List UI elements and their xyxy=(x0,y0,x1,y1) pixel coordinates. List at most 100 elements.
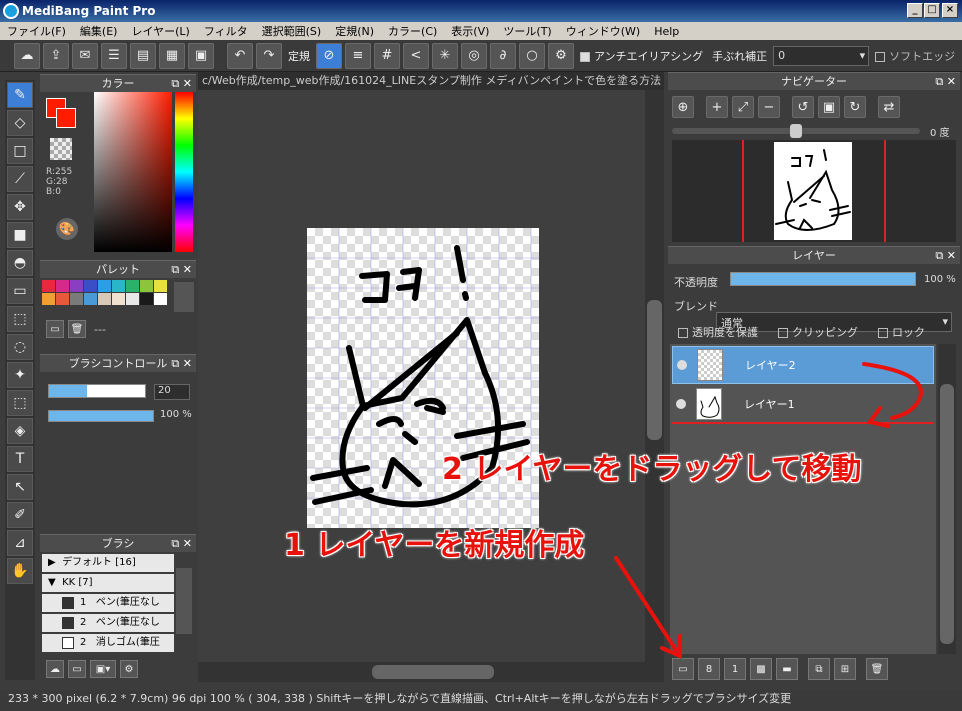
palette-color-swatch[interactable] xyxy=(140,280,153,292)
chat-icon[interactable]: ☰ xyxy=(101,42,127,69)
zoom-icon[interactable]: ⊕ xyxy=(672,96,694,118)
rotation-slider[interactable] xyxy=(672,124,920,138)
concentric-icon[interactable]: ◎ xyxy=(461,42,487,69)
menu-tool[interactable]: ツール(T) xyxy=(496,23,558,39)
figure-tool-icon[interactable]: ⟋ xyxy=(7,166,33,192)
transparent-color-swatch[interactable] xyxy=(50,138,72,160)
undo-icon[interactable]: ↶ xyxy=(227,42,253,69)
fill-tool-icon[interactable]: ■ xyxy=(7,222,33,248)
new-palette-icon[interactable]: ▭ xyxy=(46,320,64,338)
menu-filter[interactable]: フィルタ xyxy=(197,23,255,39)
zoom-out-icon[interactable]: − xyxy=(758,96,780,118)
comment-icon[interactable]: ✉ xyxy=(72,42,98,69)
layout-icon[interactable]: ▣ xyxy=(188,42,214,69)
palette-color-swatch[interactable] xyxy=(84,280,97,292)
brush-tool-icon[interactable]: ✎ xyxy=(7,82,33,108)
minimize-button[interactable]: _ xyxy=(907,3,923,18)
brush-opacity-slider[interactable] xyxy=(48,410,154,422)
menu-window[interactable]: ウィンドウ(W) xyxy=(559,23,647,39)
brush-item[interactable]: 2 ペン(筆圧なし xyxy=(42,614,174,632)
page-icon[interactable]: ▤ xyxy=(130,42,156,69)
brush-group-default[interactable]: ▶ デフォルト [16] xyxy=(42,554,174,572)
zoom-in-icon[interactable]: + xyxy=(706,96,728,118)
antialias-checkbox[interactable] xyxy=(580,51,590,62)
brush-size-input[interactable]: 20 xyxy=(154,384,190,400)
color-palette-icon[interactable]: 🎨 xyxy=(56,218,78,240)
maximize-button[interactable]: □ xyxy=(924,3,940,18)
cloud-brush-icon[interactable]: ☁ xyxy=(46,660,64,678)
palette-color-swatch[interactable] xyxy=(70,280,83,292)
grid-ruler-icon[interactable]: # xyxy=(374,42,400,69)
layer-opacity-slider[interactable] xyxy=(730,272,916,286)
menu-color[interactable]: カラー(C) xyxy=(381,23,444,39)
hand-tool-icon[interactable]: ✋ xyxy=(7,558,33,584)
undock-close-icon[interactable]: ⧉ ✕ xyxy=(171,75,192,92)
navigator-preview[interactable] xyxy=(672,140,956,242)
brush-item[interactable]: 1 ペン(筆圧なし xyxy=(42,594,174,612)
palette-color-swatch[interactable] xyxy=(98,280,111,292)
dot-tool-icon[interactable]: □ xyxy=(7,138,33,164)
palette-scrollbar[interactable] xyxy=(174,282,194,312)
horizontal-scrollbar[interactable] xyxy=(198,662,664,682)
cloud-icon[interactable]: ☁ xyxy=(14,42,40,69)
bucket-tool-icon[interactable]: ◓ xyxy=(7,250,33,276)
palette-color-swatch[interactable] xyxy=(140,293,153,305)
grid-icon[interactable]: ▦ xyxy=(159,42,185,69)
palette-color-swatch[interactable] xyxy=(154,280,167,292)
magic-wand-icon[interactable]: ✦ xyxy=(7,362,33,388)
curve-ruler-icon[interactable]: ∂ xyxy=(490,42,516,69)
undock-close-icon[interactable]: ⧉ ✕ xyxy=(935,73,956,90)
menu-select[interactable]: 選択範囲(S) xyxy=(255,23,329,39)
menu-file[interactable]: ファイル(F) xyxy=(0,23,73,39)
palette-color-swatch[interactable] xyxy=(112,293,125,305)
soft-edge-checkbox[interactable] xyxy=(875,51,886,62)
select-tool-icon[interactable]: ⬚ xyxy=(7,306,33,332)
undock-close-icon[interactable]: ⧉ ✕ xyxy=(171,355,192,372)
move-tool-icon[interactable]: ✥ xyxy=(7,194,33,220)
divide-tool-icon[interactable]: ✐ xyxy=(7,502,33,528)
lasso-tool-icon[interactable]: ◌ xyxy=(7,334,33,360)
horizontal-scroll-thumb[interactable] xyxy=(372,665,494,679)
menu-ruler[interactable]: 定規(N) xyxy=(328,23,381,39)
menu-view[interactable]: 表示(V) xyxy=(444,23,496,39)
palette-color-swatch[interactable] xyxy=(42,280,55,292)
rotate-right-icon[interactable]: ↻ xyxy=(844,96,866,118)
close-button[interactable]: × xyxy=(942,3,958,18)
redo-icon[interactable]: ↷ xyxy=(256,42,282,69)
palette-color-swatch[interactable] xyxy=(112,280,125,292)
undock-close-icon[interactable]: ⧉ ✕ xyxy=(171,535,192,552)
brush-settings-icon[interactable]: ⚙ xyxy=(120,660,138,678)
text-tool-icon[interactable]: T xyxy=(7,446,33,472)
gradation-tool-icon[interactable]: ▭ xyxy=(7,278,33,304)
fit-icon[interactable]: ⤢ xyxy=(732,96,754,118)
palette-color-swatch[interactable] xyxy=(98,293,111,305)
radial-icon[interactable]: ✳ xyxy=(432,42,458,69)
palette-color-swatch[interactable] xyxy=(126,280,139,292)
ruler-settings-icon[interactable]: ⚙ xyxy=(548,42,574,69)
reset-rotation-icon[interactable]: ▣ xyxy=(818,96,840,118)
flip-icon[interactable]: ⇄ xyxy=(878,96,900,118)
lock-checkbox[interactable] xyxy=(878,328,888,338)
menu-help[interactable]: Help xyxy=(647,25,686,38)
ruler-off-icon[interactable]: ⊘ xyxy=(316,42,342,69)
brush-scrollbar[interactable] xyxy=(176,568,192,634)
menu-layer[interactable]: レイヤー(L) xyxy=(124,23,196,39)
brush-menu-icon[interactable]: ▣▾ xyxy=(90,660,116,678)
palette-color-swatch[interactable] xyxy=(84,293,97,305)
brush-size-slider[interactable] xyxy=(48,384,146,398)
hue-slider[interactable] xyxy=(175,92,193,252)
share-icon[interactable]: ⇪ xyxy=(43,42,69,69)
eyedropper-icon[interactable]: ⊿ xyxy=(7,530,33,556)
palette-color-swatch[interactable] xyxy=(154,293,167,305)
new-brush-icon[interactable]: ▭ xyxy=(68,660,86,678)
protect-alpha-checkbox[interactable] xyxy=(678,328,688,338)
select-pen-icon[interactable]: ⬚ xyxy=(7,390,33,416)
palette-color-swatch[interactable] xyxy=(56,280,69,292)
perspective-icon[interactable]: < xyxy=(403,42,429,69)
menu-edit[interactable]: 編集(E) xyxy=(73,23,125,39)
brush-group-kk[interactable]: ▼ KK [7] xyxy=(42,574,174,592)
undock-close-icon[interactable]: ⧉ ✕ xyxy=(935,247,956,264)
undock-close-icon[interactable]: ⧉ ✕ xyxy=(171,261,192,278)
rotation-slider-thumb[interactable] xyxy=(790,124,802,138)
delete-palette-icon[interactable]: 🗑 xyxy=(68,320,86,338)
